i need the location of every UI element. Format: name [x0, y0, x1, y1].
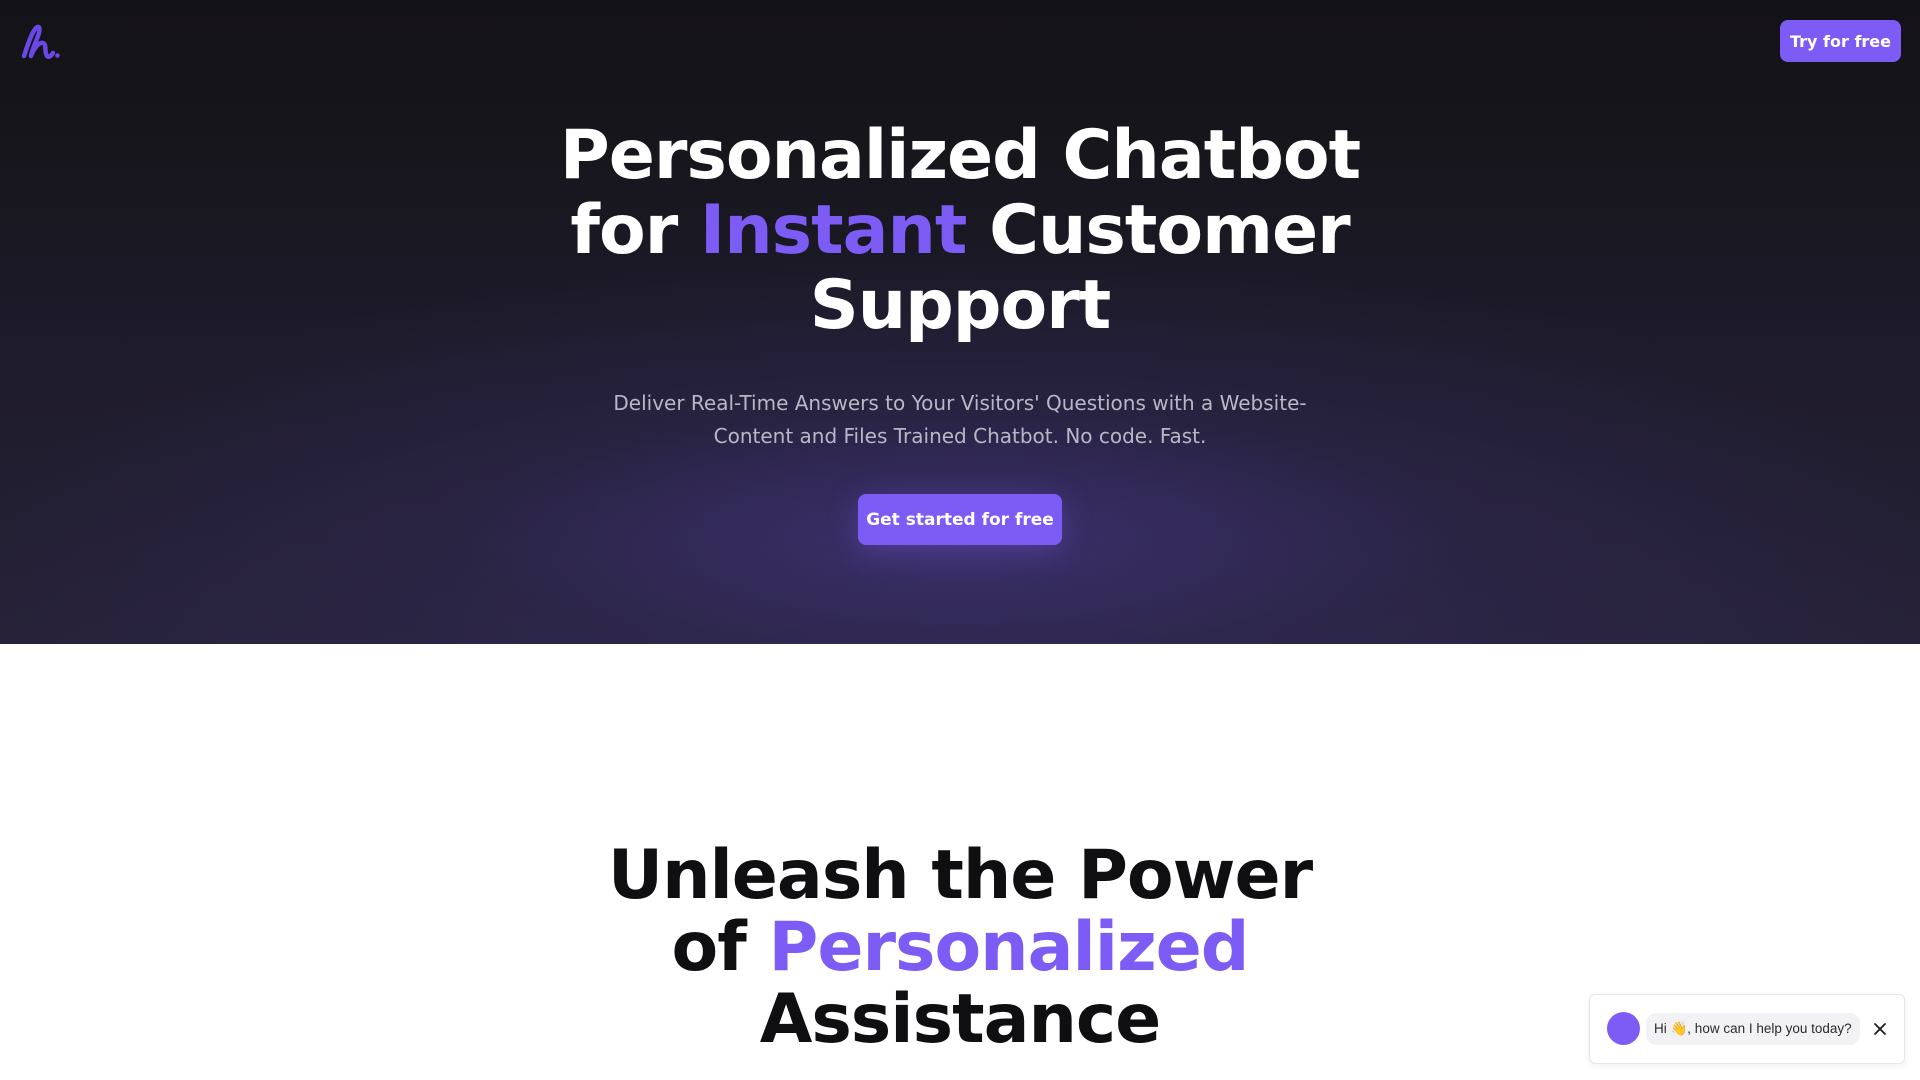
section-title-accent: Personalized	[768, 908, 1250, 987]
hero-subtitle-line-2: Content and Files Trained Chatbot. No co…	[713, 424, 1207, 448]
chat-widget[interactable]: Hi 👋, how can I help you today?	[1589, 994, 1905, 1064]
brand-logo-icon[interactable]	[20, 22, 62, 62]
section-title-line-2-prefix: of	[671, 908, 769, 987]
section-title-line-1: Unleash the Power	[607, 836, 1313, 915]
get-started-button[interactable]: Get started for free	[858, 494, 1062, 545]
hero-title-accent: Instant	[699, 191, 967, 270]
try-for-free-button[interactable]: Try for free	[1780, 20, 1901, 62]
hero-subtitle-line-1: Deliver Real-Time Answers to Your Visito…	[613, 391, 1307, 415]
hero-title-line-3: Support	[809, 266, 1111, 345]
hero-title-line-1: Personalized Chatbot	[559, 116, 1361, 195]
hero-section: Try for free Personalized Chatbot for In…	[0, 0, 1920, 644]
close-icon[interactable]	[1870, 1019, 1890, 1039]
chat-greeting-bubble[interactable]: Hi 👋, how can I help you today?	[1646, 1013, 1860, 1045]
hero-title-line-2-prefix: for	[570, 191, 700, 270]
hero-subtitle: Deliver Real-Time Answers to Your Visito…	[560, 387, 1360, 453]
hero-title: Personalized Chatbot for Instant Custome…	[0, 118, 1920, 343]
chat-avatar[interactable]	[1607, 1012, 1640, 1045]
section-title-line-3: Assistance	[759, 980, 1162, 1059]
hero-title-line-2-suffix: Customer	[966, 191, 1351, 270]
